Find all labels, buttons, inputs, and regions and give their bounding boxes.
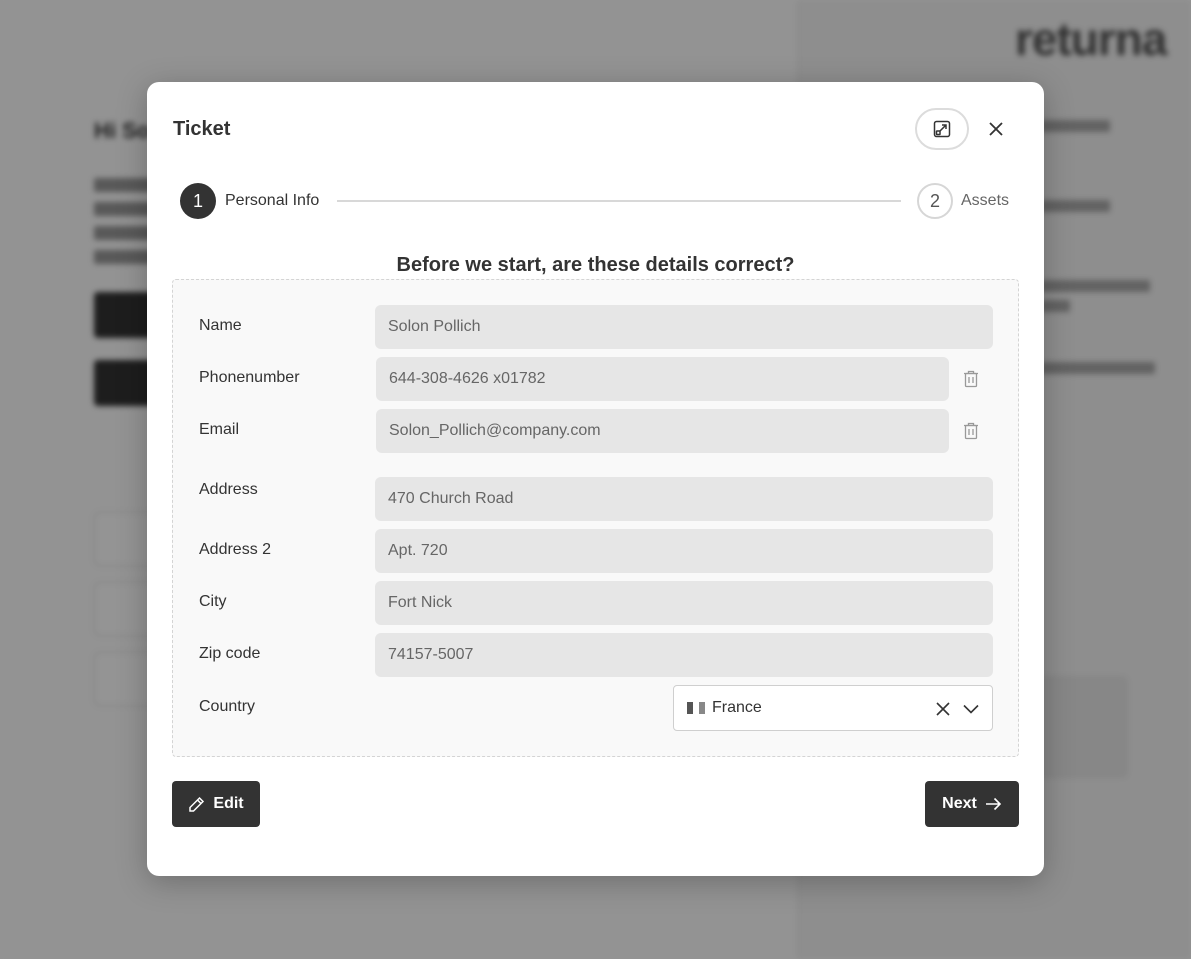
trash-icon: [964, 422, 978, 440]
confirmation-question: Before we start, are these details corre…: [396, 254, 795, 276]
modal-title: Ticket: [173, 118, 231, 140]
expand-button[interactable]: [915, 108, 969, 150]
next-button-label: Next: [942, 795, 977, 812]
email-label: Email: [199, 421, 240, 438]
city-label: City: [199, 593, 227, 610]
country-select[interactable]: France: [673, 685, 993, 731]
arrow-right-icon: [985, 797, 1001, 811]
stepper-connector: [337, 200, 901, 202]
country-value: France: [712, 699, 762, 716]
country-label: Country: [199, 698, 256, 715]
close-icon: [936, 702, 950, 716]
step-1-indicator: 1: [180, 183, 216, 219]
step-2-label: Assets: [961, 192, 1010, 209]
step-1-label: Personal Info: [225, 192, 320, 209]
name-field[interactable]: Solon Pollich: [375, 305, 993, 349]
zip-field[interactable]: 74157-5007: [375, 633, 993, 677]
address2-label: Address 2: [199, 541, 272, 558]
delete-phone-button[interactable]: [961, 369, 981, 389]
address-field[interactable]: 470 Church Road: [375, 477, 993, 521]
close-icon: [989, 122, 1003, 136]
phone-label: Phonenumber: [199, 369, 300, 386]
edit-button-label: Edit: [213, 795, 244, 812]
next-button[interactable]: Next: [925, 781, 1019, 827]
chevron-down-icon: [963, 704, 979, 714]
edit-button[interactable]: Edit: [172, 781, 260, 827]
trash-icon: [964, 370, 978, 388]
open-in-new-icon: [933, 120, 951, 138]
close-button[interactable]: [981, 114, 1011, 144]
email-field[interactable]: Solon_Pollich@company.com: [376, 409, 949, 453]
france-flag-icon: [687, 702, 705, 714]
ticket-modal: Ticket 1 Personal Info 2 Assets Before w…: [147, 82, 1044, 876]
pencil-icon: [189, 796, 205, 812]
city-field[interactable]: Fort Nick: [375, 581, 993, 625]
details-panel: Name Solon Pollich Phonenumber 644-308-4…: [172, 279, 1019, 757]
clear-country-button[interactable]: [932, 698, 954, 720]
country-dropdown-toggle[interactable]: [960, 698, 982, 720]
step-2-indicator: 2: [917, 183, 953, 219]
name-label: Name: [199, 317, 242, 334]
address2-field[interactable]: Apt. 720: [375, 529, 993, 573]
zip-label: Zip code: [199, 645, 261, 662]
phone-field[interactable]: 644-308-4626 x01782: [376, 357, 949, 401]
delete-email-button[interactable]: [961, 421, 981, 441]
address-label: Address: [199, 481, 258, 498]
